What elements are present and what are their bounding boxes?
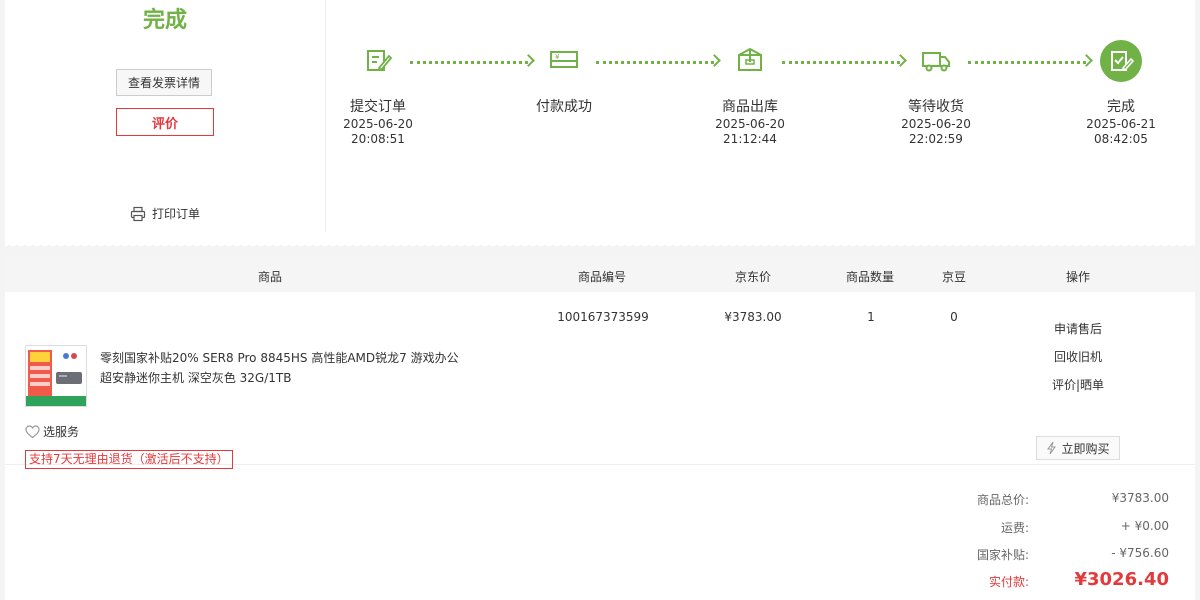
step-time: 20:08:51 <box>351 132 405 146</box>
header-quantity: 商品数量 <box>846 270 895 284</box>
summary-shipping-value: + ¥0.00 <box>1120 519 1169 533</box>
order-items-table: 商品 商品编号 京东价 商品数量 京豆 操作 零刻国家补贴20% SER8 Pr… <box>5 257 1195 600</box>
beans-value: 0 <box>950 310 958 324</box>
complete-icon <box>1100 40 1142 82</box>
sku-value: 100167373599 <box>557 310 649 324</box>
price-value: ¥3783.00 <box>724 310 782 324</box>
apply-after-sale-link[interactable]: 申请售后 <box>1035 320 1121 337</box>
order-status-column: 完成 查看发票详情 评价 打印订单 <box>5 0 326 232</box>
step-name: 付款成功 <box>536 99 592 115</box>
recycle-old-device-link[interactable]: 回收旧机 <box>1035 348 1121 365</box>
progress-connector <box>782 61 900 66</box>
package-icon <box>734 44 766 76</box>
step-name: 提交订单 <box>350 99 406 115</box>
summary-shipping-label: 运费: <box>1000 521 1029 535</box>
step-time: 21:12:44 <box>723 132 777 146</box>
return-policy-tag: 支持7天无理由退货（激活后不支持） <box>25 450 233 469</box>
truck-icon <box>920 44 952 76</box>
summary-paid-label: 实付款: <box>988 575 1029 589</box>
summary-subsidy-value: - ¥756.60 <box>1111 546 1169 560</box>
summary-total-value: ¥3783.00 <box>1111 491 1169 505</box>
lightning-icon <box>1047 441 1057 455</box>
step-name: 等待收货 <box>908 99 964 115</box>
quantity-value: 1 <box>867 310 875 324</box>
step-date: 2025-06-21 <box>1086 117 1156 131</box>
header-product: 商品 <box>258 270 283 284</box>
header-sku: 商品编号 <box>578 270 627 284</box>
header-beans: 京豆 <box>942 270 967 284</box>
select-service-label: 选服务 <box>43 425 80 439</box>
step-time: 08:42:05 <box>1094 132 1148 146</box>
table-header: 商品 商品编号 京东价 商品数量 京豆 操作 <box>5 257 1195 292</box>
order-status: 完成 <box>142 8 187 33</box>
print-order-label: 打印订单 <box>152 207 201 221</box>
print-order-link[interactable]: 打印订单 <box>130 205 200 222</box>
summary-total-label: 商品总价: <box>976 493 1029 507</box>
step-date: 2025-06-20 <box>901 117 971 131</box>
product-thumbnail[interactable] <box>25 345 87 407</box>
edit-icon <box>362 44 394 76</box>
printer-icon <box>130 206 146 221</box>
table-row: 零刻国家补贴20% SER8 Pro 8845HS 高性能AMD锐龙7 游戏办公… <box>5 292 1195 469</box>
summary-subsidy-label: 国家补贴: <box>976 548 1029 562</box>
progress-connector <box>410 61 528 66</box>
payment-card-icon: ¥ <box>548 44 580 76</box>
step-date: 2025-06-20 <box>343 117 413 131</box>
buy-again-button[interactable]: 立即购买 <box>1036 436 1120 460</box>
heart-icon <box>25 424 40 438</box>
step-date: 2025-06-20 <box>715 117 785 131</box>
product-title-link[interactable]: 零刻国家补贴20% SER8 Pro 8845HS 高性能AMD锐龙7 游戏办公… <box>100 348 460 388</box>
rate-button[interactable]: 评价 <box>116 108 214 136</box>
buy-again-label: 立即购买 <box>1061 441 1110 456</box>
svg-text:¥: ¥ <box>555 53 560 61</box>
order-progress-panel: 完成 查看发票详情 评价 打印订单 提交订单 2025-06-20 20:08:… <box>5 0 1195 240</box>
zigzag-divider <box>5 238 1195 246</box>
review-share-link[interactable]: 评价|晒单 <box>1035 376 1121 393</box>
step-name: 完成 <box>1107 99 1135 115</box>
progress-connector <box>596 61 714 66</box>
header-price: 京东价 <box>735 270 772 284</box>
header-actions: 操作 <box>1066 270 1091 284</box>
view-invoice-button[interactable]: 查看发票详情 <box>116 69 212 96</box>
progress-connector <box>968 61 1086 66</box>
summary-paid-value: ¥3026.40 <box>1074 569 1169 590</box>
step-time: 22:02:59 <box>909 132 963 146</box>
select-service-link[interactable]: 选服务 <box>25 423 79 440</box>
step-name: 商品出库 <box>722 99 778 115</box>
